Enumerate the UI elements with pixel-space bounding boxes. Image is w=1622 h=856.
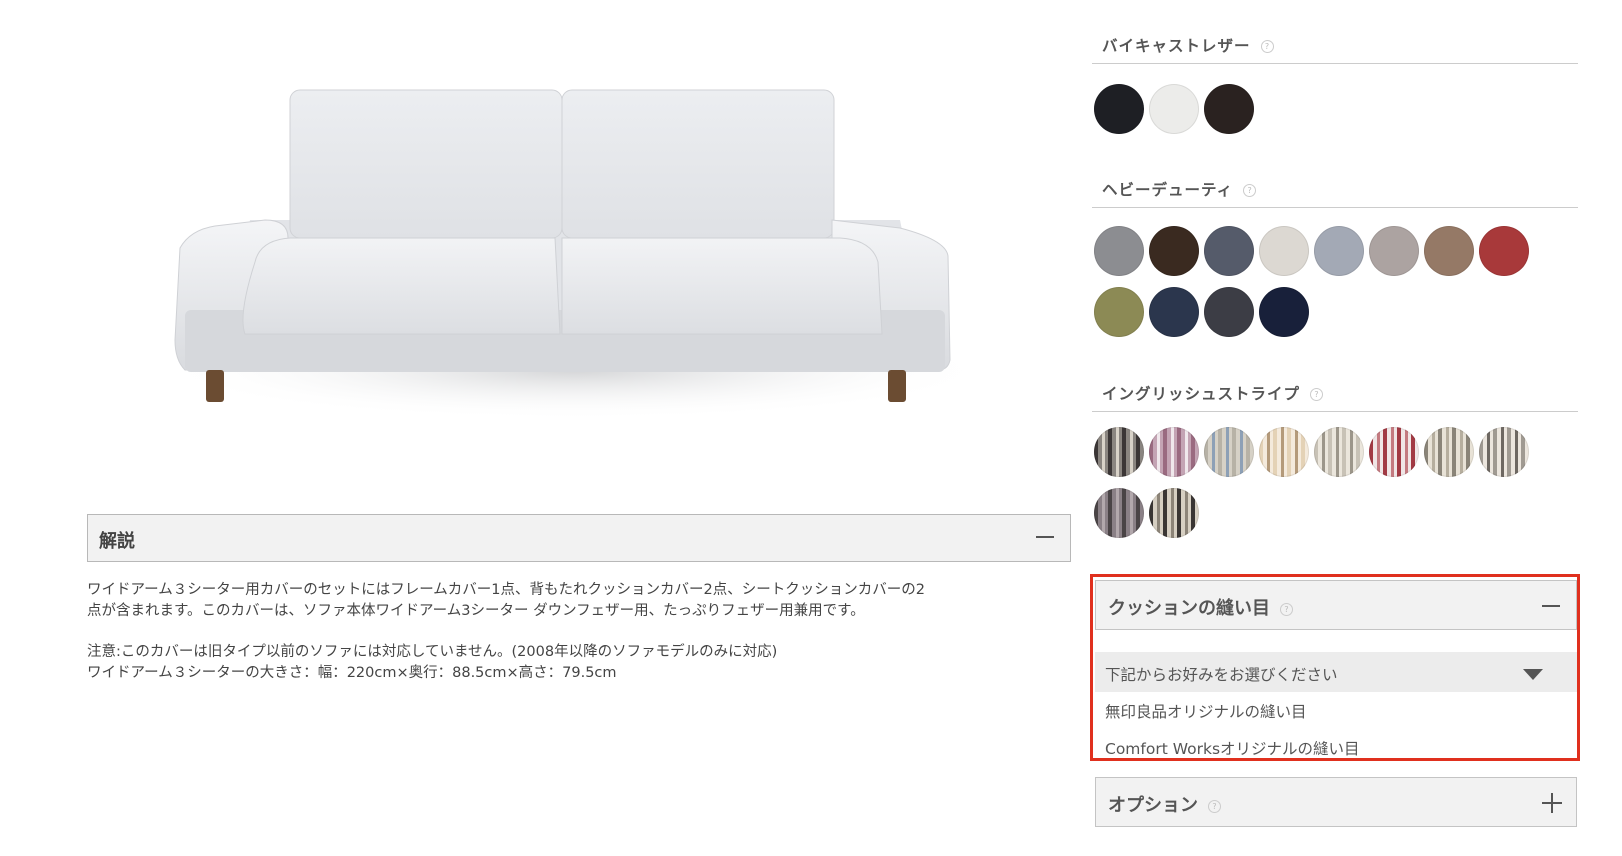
fabric-swatch-midnight[interactable] [1259, 287, 1309, 337]
fabric-swatch-mocha[interactable] [1424, 226, 1474, 276]
fabric-swatch-charcoal[interactable] [1204, 287, 1254, 337]
fabric-swatch-slate[interactable] [1204, 226, 1254, 276]
fabric-swatch-stripe-8[interactable] [1479, 427, 1529, 477]
divider [1092, 207, 1578, 208]
fabric-swatch-taupe[interactable] [1369, 226, 1419, 276]
section-title-text: イングリッシュストライプ [1102, 385, 1301, 403]
help-icon[interactable]: ? [1243, 184, 1257, 197]
fabric-swatch-silver-blue[interactable] [1314, 226, 1364, 276]
fabric-swatch-white-leather[interactable] [1149, 84, 1199, 134]
fabric-section-title-english-stripe: イングリッシュストライプ? [1102, 382, 1324, 404]
description-dimensions: ワイドアーム３シーターの大きさ：幅：220cm×奥行：88.5cm×高さ：79.… [87, 665, 617, 681]
options-title: オプション? [1108, 791, 1221, 817]
seam-option-muji[interactable]: 無印良品オリジナルの縫い目 [1105, 700, 1307, 722]
fabric-swatch-olive[interactable] [1094, 287, 1144, 337]
fabric-swatch-stripe-4[interactable] [1259, 427, 1309, 477]
description-text: ワイドアーム３シーター用カバーのセットにはフレームカバー1点、背もたれクッション… [87, 582, 925, 598]
help-icon[interactable]: ? [1260, 40, 1274, 53]
help-icon[interactable]: ? [1208, 799, 1221, 813]
description-body: ワイドアーム３シーター用カバーのセットにはフレームカバー1点、背もたれクッション… [87, 580, 1067, 704]
divider [1092, 411, 1578, 412]
sofa-image [160, 89, 990, 420]
cushion-seam-accordion-header[interactable]: クッションの縫い目? [1095, 580, 1577, 630]
description-text: 点が含まれます。このカバーは、ソファ本体ワイドアーム3シーター ダウンフェザー用… [87, 603, 865, 619]
fabric-swatch-stripe-7[interactable] [1424, 427, 1474, 477]
fabric-swatch-grey[interactable] [1094, 226, 1144, 276]
fabric-swatch-cream[interactable] [1259, 226, 1309, 276]
fabric-swatch-black-leather[interactable] [1094, 84, 1144, 134]
fabric-swatch-stripe-10[interactable] [1149, 488, 1199, 538]
cushion-seam-title-text: クッションの縫い目 [1108, 598, 1270, 619]
fabric-section-title-heavy-duty: ヘビーデューティ? [1102, 178, 1257, 200]
expand-plus-icon[interactable] [1542, 793, 1562, 813]
fabric-swatch-navy[interactable] [1149, 287, 1199, 337]
fabric-swatch-stripe-6[interactable] [1369, 427, 1419, 477]
chevron-down-icon[interactable] [1523, 669, 1543, 680]
fabric-swatch-chocolate[interactable] [1149, 226, 1199, 276]
description-title: 解説 [99, 531, 135, 552]
fabric-swatch-stripe-3[interactable] [1204, 427, 1254, 477]
collapse-icon[interactable] [1036, 536, 1054, 538]
select-placeholder: 下記からお好みをお選びください [1105, 666, 1338, 684]
seam-option-comfort-works[interactable]: Comfort Worksオリジナルの縫い目 [1105, 737, 1360, 759]
fabric-section-title-bias-leather: バイキャストレザー? [1102, 34, 1274, 56]
help-icon[interactable]: ? [1280, 602, 1293, 616]
section-title-text: バイキャストレザー [1102, 37, 1251, 55]
fabric-swatch-dark-brown-leather[interactable] [1204, 84, 1254, 134]
collapse-icon[interactable] [1542, 605, 1560, 607]
section-title-text: ヘビーデューティ [1102, 181, 1234, 199]
options-title-text: オプション [1108, 795, 1198, 816]
fabric-swatch-stripe-9[interactable] [1094, 488, 1144, 538]
cushion-seam-select[interactable]: 下記からお好みをお選びください [1095, 652, 1577, 692]
description-note: 注意:このカバーは旧タイプ以前のソファには対応していません。(2008年以降のソ… [87, 644, 778, 660]
cushion-seam-title: クッションの縫い目? [1108, 594, 1293, 620]
fabric-swatch-red[interactable] [1479, 226, 1529, 276]
fabric-swatch-stripe-5[interactable] [1314, 427, 1364, 477]
options-accordion-header[interactable]: オプション? [1095, 777, 1577, 827]
fabric-swatch-stripe-1[interactable] [1094, 427, 1144, 477]
description-accordion-header[interactable]: 解説 [87, 514, 1071, 562]
help-icon[interactable]: ? [1310, 388, 1324, 401]
divider [1092, 63, 1578, 64]
fabric-swatch-stripe-2[interactable] [1149, 427, 1199, 477]
